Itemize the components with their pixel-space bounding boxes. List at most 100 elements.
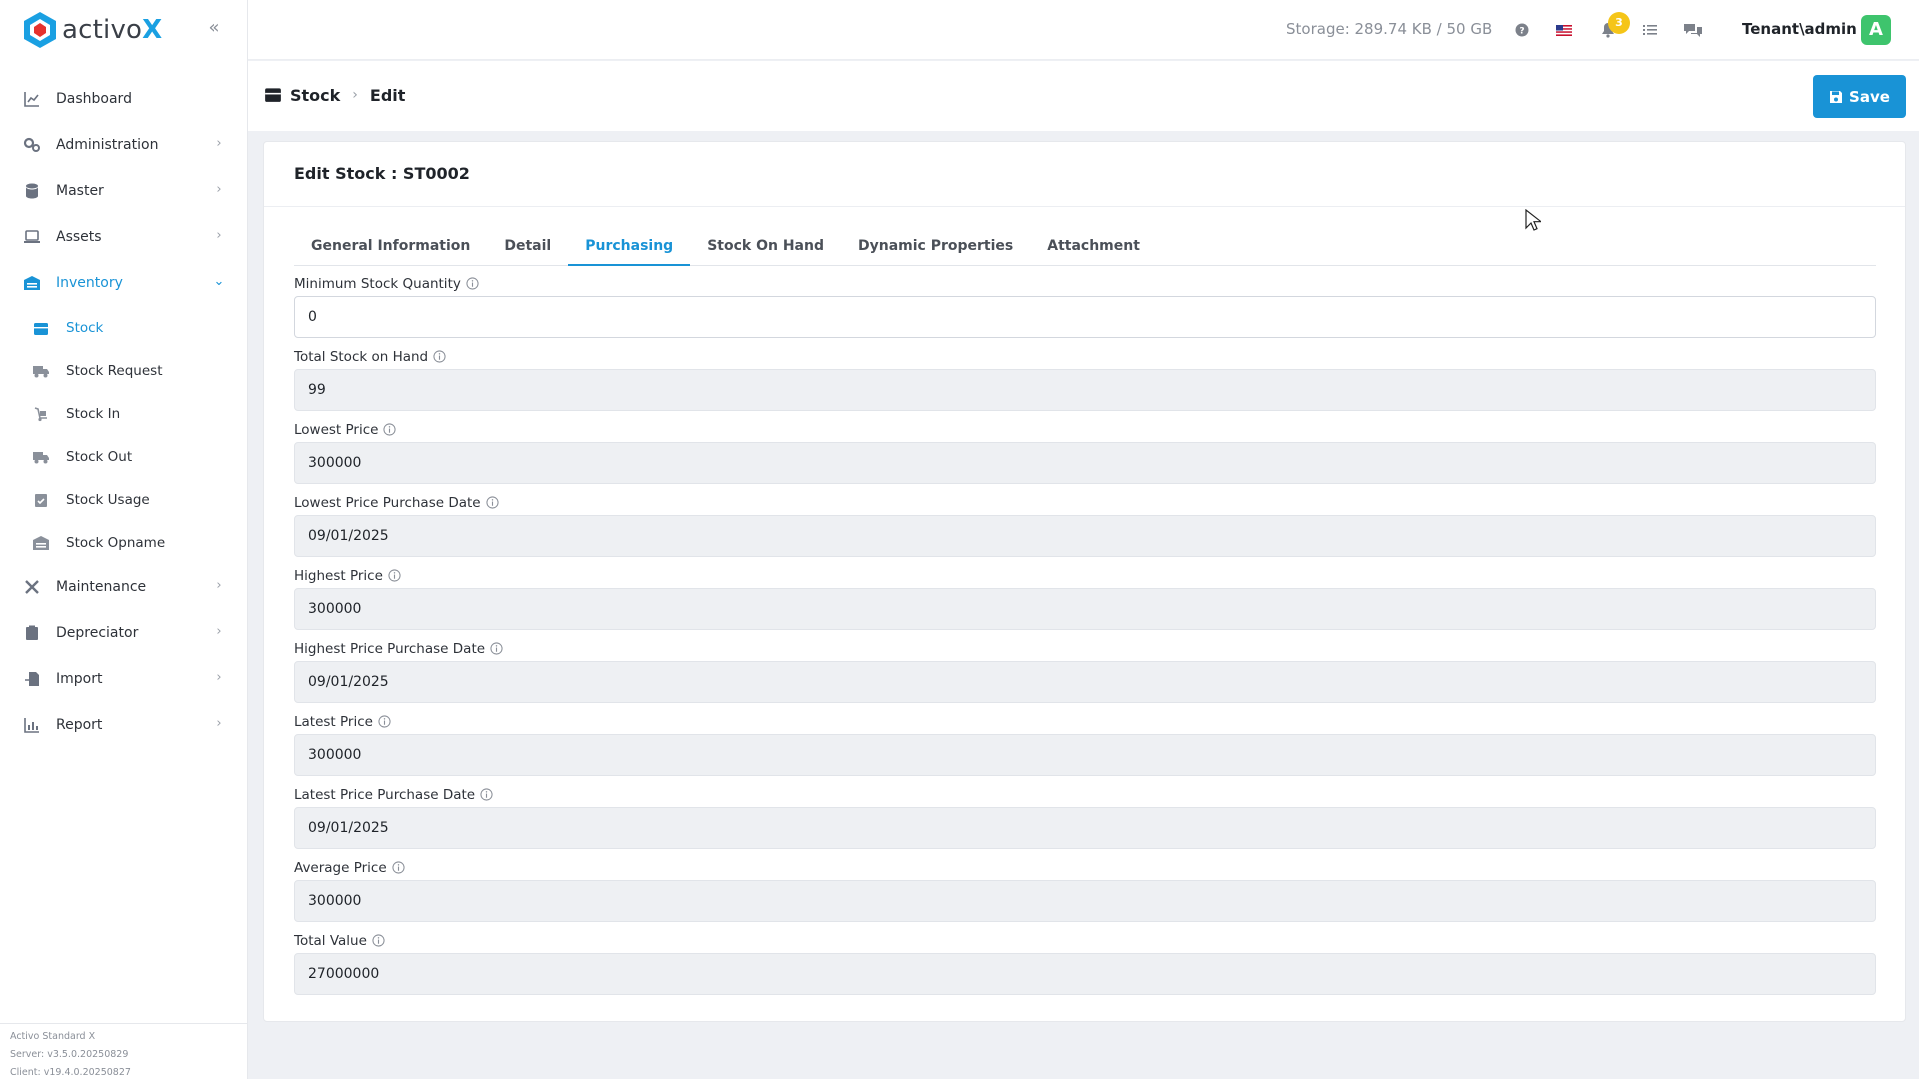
breadcrumb-edit: Edit: [369, 85, 406, 105]
field-average-price: Average Price: [294, 852, 1876, 925]
field-label: Total Value: [294, 933, 386, 949]
sidebar-subitem-label: Stock In: [66, 405, 121, 422]
lowest-price-input[interactable]: [294, 442, 1876, 484]
field-minimum-stock-quantity: Minimum Stock Quantity: [294, 268, 1876, 341]
highest-price-purchase-date-input[interactable]: [294, 661, 1876, 703]
laptop-icon: [22, 227, 42, 247]
page-title: Edit Stock : ST0002: [294, 164, 470, 183]
mouse-cursor-icon: [1525, 209, 1541, 231]
collapse-sidebar-icon[interactable]: «: [204, 18, 224, 38]
tab-general-information[interactable]: General Information: [294, 222, 487, 266]
server-version: Server: v3.5.0.20250829: [10, 1049, 129, 1060]
help-icon[interactable]: ?: [1512, 20, 1532, 40]
info-icon[interactable]: [392, 861, 406, 875]
info-icon[interactable]: [433, 350, 447, 364]
sidebar-subitem-label: Stock: [66, 319, 104, 336]
sidebar-subitem-stock-opname[interactable]: Stock Opname: [0, 521, 248, 564]
sidebar-item-label: Maintenance: [56, 579, 147, 595]
average-price-input[interactable]: [294, 880, 1876, 922]
sidebar-item-label: Assets: [56, 229, 102, 245]
logo-text: activoX: [62, 15, 163, 45]
field-label: Lowest Price Purchase Date: [294, 495, 500, 511]
sidebar-subitem-stock-out[interactable]: Stock Out: [0, 435, 248, 478]
tab-stock-on-hand[interactable]: Stock On Hand: [690, 222, 841, 266]
app-logo[interactable]: activoX: [22, 10, 162, 50]
svg-text:?: ?: [1519, 27, 1524, 37]
field-label: Average Price: [294, 860, 406, 876]
sidebar-item-label: Report: [56, 717, 103, 733]
sidebar-item-maintenance[interactable]: Maintenance ›: [0, 564, 248, 610]
gears-icon: [22, 135, 42, 155]
clipboard-icon: [22, 623, 42, 643]
highest-price-input[interactable]: [294, 588, 1876, 630]
topbar: Storage: 289.74 KB / 50 GB ? 3 Tenant\ad…: [248, 0, 1919, 60]
save-button[interactable]: Save: [1813, 75, 1906, 118]
info-icon[interactable]: [490, 642, 504, 656]
chevron-right-icon: ›: [216, 670, 222, 685]
sidebar-subitem-stock[interactable]: Stock: [0, 306, 248, 349]
info-icon[interactable]: [383, 423, 397, 437]
info-icon[interactable]: [378, 715, 392, 729]
edit-stock-card: Edit Stock : ST0002 General Information …: [263, 141, 1906, 1022]
sidebar-item-report[interactable]: Report ›: [0, 702, 248, 748]
breadcrumb: Stock › Edit: [264, 85, 405, 105]
info-icon[interactable]: [486, 496, 500, 510]
sidebar-item-inventory[interactable]: Inventory ⌄: [0, 260, 248, 306]
us-flag-icon[interactable]: [1554, 20, 1574, 40]
field-total-stock-on-hand: Total Stock on Hand: [294, 341, 1876, 414]
field-label: Latest Price: [294, 714, 392, 730]
sidebar-item-assets[interactable]: Assets ›: [0, 214, 248, 260]
latest-price-input[interactable]: [294, 734, 1876, 776]
save-label: Save: [1849, 87, 1890, 106]
tab-bar: General Information Detail Purchasing St…: [294, 222, 1876, 266]
field-label: Highest Price Purchase Date: [294, 641, 504, 657]
sidebar-item-master[interactable]: Master ›: [0, 168, 248, 214]
sidebar-item-administration[interactable]: Administration ›: [0, 122, 248, 168]
chat-icon[interactable]: [1683, 20, 1703, 40]
field-label: Latest Price Purchase Date: [294, 787, 494, 803]
breadcrumb-stock[interactable]: Stock: [290, 86, 340, 105]
latest-price-purchase-date-input[interactable]: [294, 807, 1876, 849]
field-label: Total Stock on Hand: [294, 349, 447, 365]
sidebar-subitem-stock-in[interactable]: Stock In: [0, 392, 248, 435]
chart-line-icon: [22, 89, 42, 109]
tools-icon: [22, 577, 42, 597]
task-list-icon[interactable]: [1640, 20, 1660, 40]
field-highest-price: Highest Price: [294, 560, 1876, 633]
database-icon: [22, 181, 42, 201]
sidebar-subitem-label: Stock Usage: [66, 491, 150, 508]
sidebar-item-import[interactable]: Import ›: [0, 656, 248, 702]
chevron-right-icon: ›: [216, 136, 222, 151]
info-icon[interactable]: [466, 277, 480, 291]
avatar[interactable]: A: [1861, 15, 1891, 45]
chevron-right-icon: ›: [216, 624, 222, 639]
tab-detail[interactable]: Detail: [487, 222, 568, 266]
hexagon-logo-icon: [24, 12, 56, 48]
info-icon[interactable]: [480, 788, 494, 802]
sidebar-item-label: Master: [56, 183, 104, 199]
field-highest-price-purchase-date: Highest Price Purchase Date: [294, 633, 1876, 706]
lowest-price-purchase-date-input[interactable]: [294, 515, 1876, 557]
info-icon[interactable]: [388, 569, 402, 583]
total-stock-on-hand-input[interactable]: [294, 369, 1876, 411]
client-version: Client: v19.4.0.20250827: [10, 1067, 131, 1078]
field-lowest-price-purchase-date: Lowest Price Purchase Date: [294, 487, 1876, 560]
truck-out-icon: [32, 448, 50, 466]
field-label: Highest Price: [294, 568, 402, 584]
sidebar-subitem-stock-usage[interactable]: Stock Usage: [0, 478, 248, 521]
total-value-input[interactable]: [294, 953, 1876, 995]
box-icon: [32, 319, 50, 337]
sidebar-item-label: Administration: [56, 137, 159, 153]
sidebar-item-depreciator[interactable]: Depreciator ›: [0, 610, 248, 656]
sidebar-subitem-stock-request[interactable]: Stock Request: [0, 349, 248, 392]
warehouse-icon: [32, 534, 50, 552]
card-divider: [264, 206, 1905, 207]
user-name[interactable]: Tenant\admin: [1742, 20, 1857, 38]
tab-purchasing[interactable]: Purchasing: [568, 222, 691, 266]
sidebar-item-dashboard[interactable]: Dashboard: [0, 76, 248, 122]
chevron-right-icon: ›: [216, 578, 222, 593]
tab-attachment[interactable]: Attachment: [1030, 222, 1157, 266]
info-icon[interactable]: [372, 934, 386, 948]
minimum-stock-quantity-input[interactable]: [294, 296, 1876, 338]
tab-dynamic-properties[interactable]: Dynamic Properties: [841, 222, 1030, 266]
